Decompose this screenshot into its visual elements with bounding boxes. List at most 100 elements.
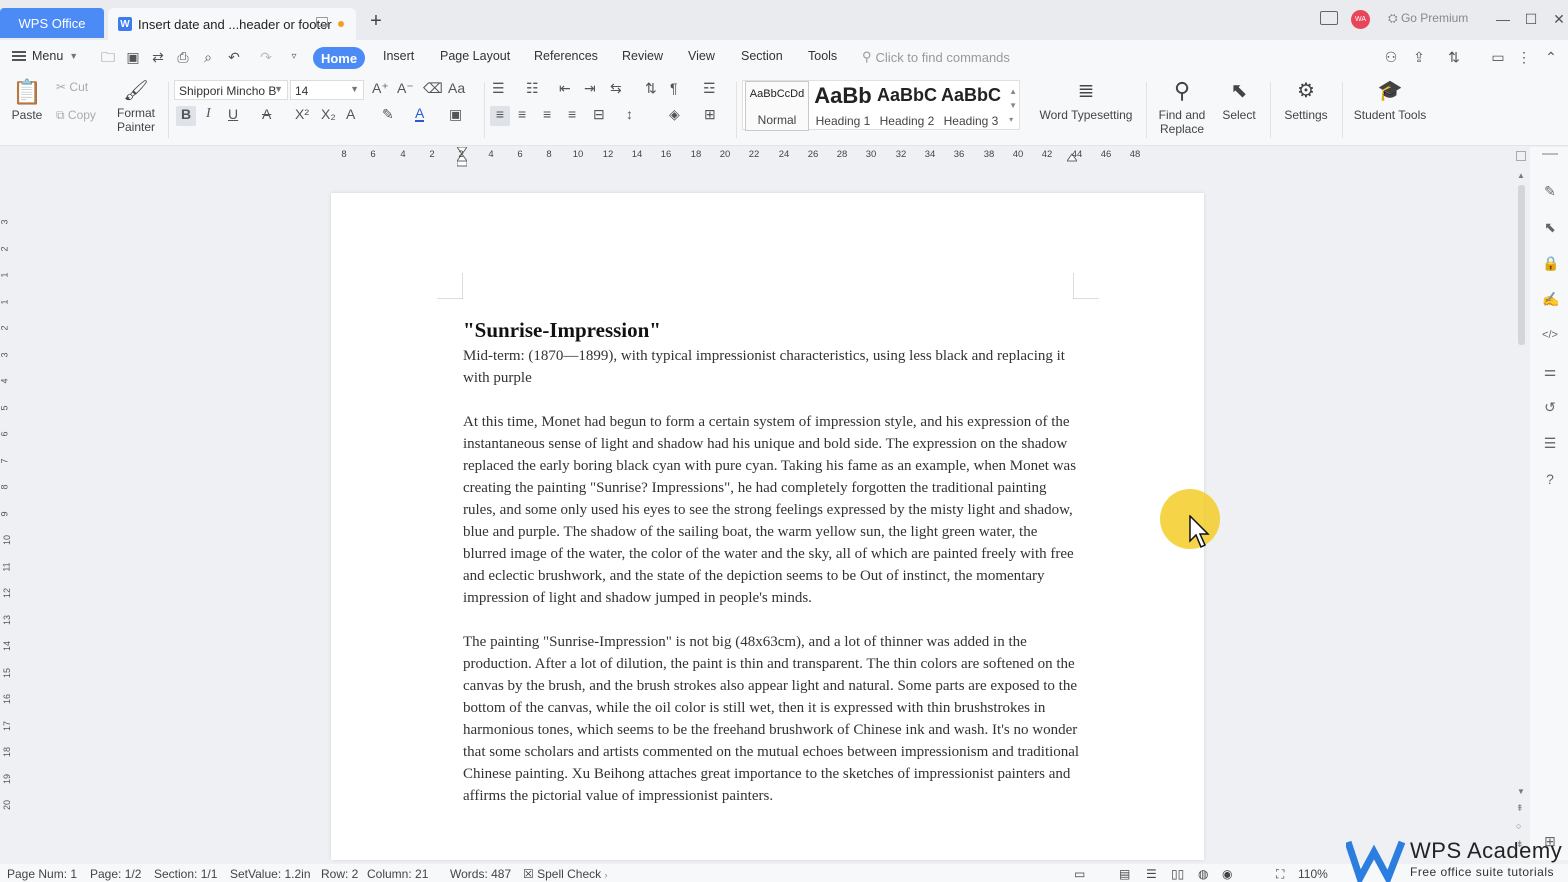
pen-icon[interactable]: ✎ [1542, 183, 1558, 199]
paste-button[interactable]: 📋 Paste [8, 78, 46, 122]
menu-button[interactable]: Menu ▼ [12, 49, 78, 63]
outline-view-icon[interactable]: ☰ [1146, 867, 1157, 881]
sliders-icon[interactable]: ⚌ [1542, 363, 1558, 379]
numbered-list-icon[interactable]: ☷ [526, 80, 539, 97]
monitor-icon[interactable] [316, 17, 328, 27]
font-color-icon[interactable]: A [415, 106, 425, 122]
tab-review[interactable]: Review [622, 49, 663, 63]
help-icon[interactable]: ? [1542, 471, 1558, 487]
shading-icon[interactable]: ◈ [669, 106, 680, 123]
tab-tools[interactable]: Tools [808, 49, 837, 63]
lock-icon[interactable]: 🔒 [1542, 255, 1559, 271]
status-set-value[interactable]: SetValue: 1.2in [230, 867, 311, 881]
panel-handle-icon[interactable] [1542, 153, 1558, 155]
style-normal[interactable]: AaBbCcDd Normal [745, 81, 809, 131]
export-icon[interactable]: ⇄ [150, 50, 166, 64]
highlight-icon[interactable]: ✎ [382, 106, 394, 123]
go-premium-button[interactable]: ⛭ Go Premium [1388, 11, 1468, 26]
print-icon[interactable]: ⎙ [175, 50, 191, 64]
status-column[interactable]: Column: 21 [367, 867, 428, 881]
underline-icon[interactable]: U [228, 106, 238, 122]
style-heading-2[interactable]: AaBbC Heading 2 [875, 81, 939, 131]
code-icon[interactable]: </> [1542, 327, 1558, 343]
increase-indent-icon[interactable]: ⇥ [584, 80, 596, 97]
sort-icon[interactable]: ⇅ [645, 80, 657, 97]
edit-image-icon[interactable]: ✍ [1542, 291, 1559, 307]
decrease-font-icon[interactable]: A⁻ [397, 80, 414, 97]
settings-button[interactable]: ⚙ Settings [1278, 78, 1334, 122]
fit-page-icon[interactable]: ⛶ [1276, 867, 1284, 882]
tab-section[interactable]: Section [741, 49, 783, 63]
status-page[interactable]: Page: 1/2 [90, 867, 141, 881]
document-page[interactable]: "Sunrise-Impression" Mid-term: (1870—189… [331, 193, 1204, 860]
vertical-scrollbar[interactable]: ▲ ▼ ⇞ ○ ⇟ [1512, 147, 1530, 860]
print-preview-icon[interactable]: ⌕ [200, 50, 216, 64]
cloud-sync-icon[interactable]: ⇅ [1446, 50, 1462, 64]
collapse-ribbon-icon[interactable]: ⌃ [1543, 50, 1559, 64]
format-painter-button[interactable]: 🖌 Format Painter [114, 78, 158, 134]
zoom-level[interactable]: 110% [1298, 867, 1328, 881]
show-marks-icon[interactable]: ¶ [670, 80, 678, 96]
font-size-select[interactable]: 14 ▼ [290, 80, 364, 100]
wps-office-tab[interactable]: WPS Office [0, 8, 104, 38]
new-tab-button[interactable]: + [366, 10, 386, 34]
share-user-icon[interactable]: ⚇ [1383, 50, 1399, 64]
horizontal-ruler[interactable]: 8 6 4 2 2 4 6 8 10 12 14 16 18 20 22 24 26 28 30 32 34 36 38 40… [0, 146, 1512, 167]
status-page-num[interactable]: Page Num: 1 [7, 867, 77, 881]
document-body[interactable]: "Sunrise-Impression" Mid-term: (1870—189… [463, 317, 1083, 829]
align-right-icon[interactable]: ≡ [543, 106, 551, 122]
tab-insert[interactable]: Insert [383, 49, 414, 63]
italic-icon[interactable]: I [206, 106, 211, 122]
align-center-icon[interactable]: ≡ [518, 106, 526, 122]
vertical-ruler[interactable]: 3 2 1 1 2 3 4 5 6 7 8 9 10 11 12 13 14 15 16 17 18 19 20 [0, 165, 14, 860]
scroll-down-icon[interactable]: ▼ [1517, 787, 1525, 796]
align-left-icon[interactable]: ≡ [490, 106, 510, 126]
spell-check-button[interactable]: ☒ Spell Check › [523, 867, 607, 881]
browse-object-icon[interactable]: ○ [1516, 821, 1521, 831]
bold-icon[interactable]: B [176, 106, 196, 126]
text-effect-icon[interactable]: A [346, 106, 355, 122]
status-words[interactable]: Words: 487 [450, 867, 511, 881]
prev-page-icon[interactable]: ⇞ [1516, 803, 1524, 814]
split-view-icon[interactable] [1516, 151, 1526, 161]
page-view-icon[interactable]: ▤ [1119, 867, 1130, 881]
distributed-align-icon[interactable]: ⊟ [593, 106, 605, 123]
navigation-pane-icon[interactable]: ☰ [1542, 435, 1558, 451]
more-options-icon[interactable]: ⋮ [1516, 50, 1532, 64]
close-icon[interactable]: ✕ [1547, 8, 1568, 30]
text-direction-icon[interactable]: ⇆ [610, 80, 622, 97]
tab-page-layout[interactable]: Page Layout [440, 49, 510, 63]
line-spacing-icon[interactable]: ↕ [626, 106, 633, 122]
web-view-icon[interactable]: ◍ [1198, 867, 1208, 881]
cursor-select-icon[interactable]: ⬉ [1542, 219, 1558, 235]
copy-button[interactable]: ⧉ Copy [56, 108, 106, 123]
document-tab[interactable]: W Insert date and ...header or footer [108, 8, 356, 40]
distribute-icon[interactable]: ☲ [703, 80, 716, 97]
clear-format-icon[interactable]: ⌫ [423, 80, 443, 97]
bullet-list-icon[interactable]: ☰ [492, 80, 505, 97]
eye-protection-icon[interactable]: ◉ [1222, 867, 1232, 881]
comment-icon[interactable]: ▭ [1490, 50, 1506, 64]
status-row[interactable]: Row: 2 [321, 867, 358, 881]
redo-icon[interactable]: ↷ [258, 50, 274, 64]
reading-view-icon[interactable]: ▯▯ [1171, 867, 1184, 881]
tab-references[interactable]: References [534, 49, 598, 63]
document-check-icon[interactable]: ▭ [1074, 867, 1085, 881]
superscript-icon[interactable]: X² [295, 106, 309, 122]
style-heading-3[interactable]: AaBbC Heading 3 [939, 81, 1003, 131]
scrollbar-thumb[interactable] [1518, 185, 1525, 345]
decrease-indent-icon[interactable]: ⇤ [559, 80, 571, 97]
change-case-icon[interactable]: Aa [448, 80, 465, 96]
tab-home[interactable]: Home [313, 47, 365, 69]
character-border-icon[interactable]: ▣ [449, 106, 462, 123]
history-icon[interactable]: ↺ [1542, 399, 1558, 415]
styles-scroll-icon[interactable]: ▲ ▼ ▾ [1009, 85, 1017, 127]
cut-button[interactable]: ✂ Cut [56, 80, 102, 94]
save-icon[interactable]: ▣ [125, 50, 141, 64]
scroll-up-icon[interactable]: ▲ [1517, 171, 1525, 180]
command-search[interactable]: ⚲ Click to find commands [862, 49, 1010, 65]
style-heading-1[interactable]: AaBb Heading 1 [811, 81, 875, 131]
student-tools-button[interactable]: 🎓 Student Tools [1350, 78, 1430, 122]
open-folder-icon[interactable]: 🗀 [100, 50, 116, 64]
share-icon[interactable]: ⇪ [1411, 50, 1427, 64]
